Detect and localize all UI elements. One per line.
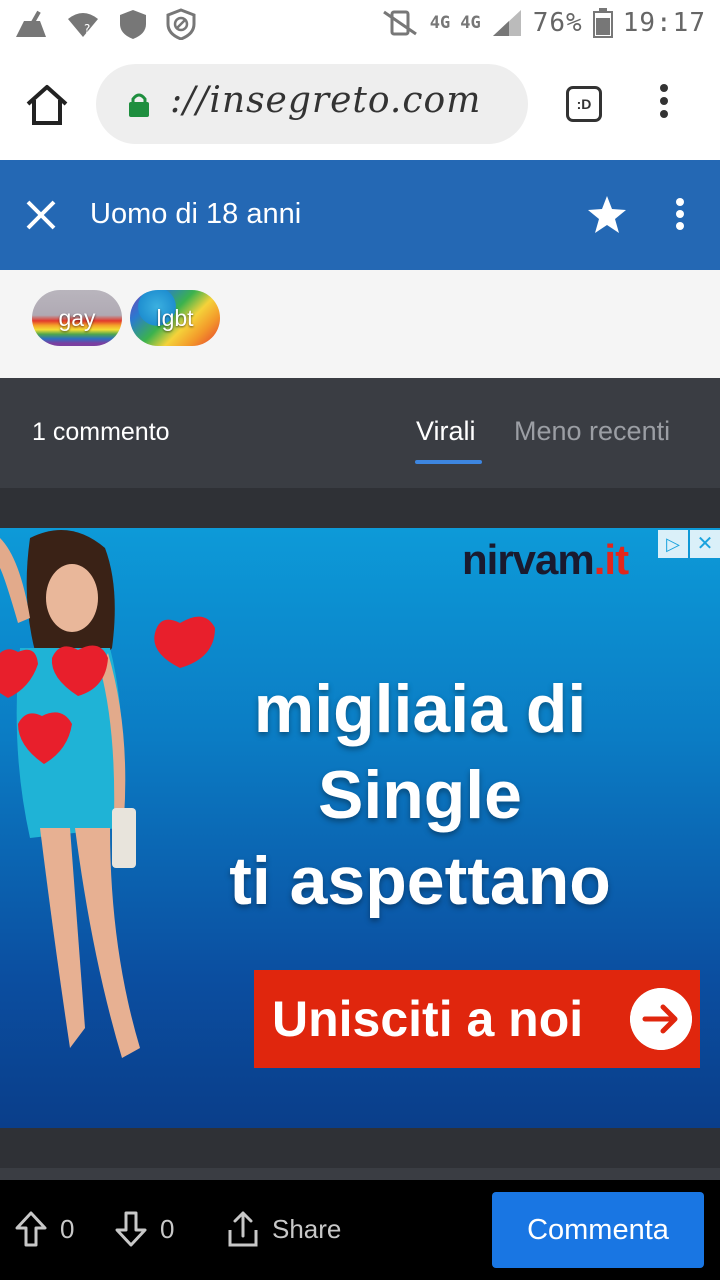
ad-close-button[interactable]: ✕ (690, 530, 720, 558)
vibrate-mute-icon (382, 10, 417, 36)
adchoices-icon[interactable]: ▷ (658, 530, 688, 558)
share-button[interactable]: Share (226, 1210, 341, 1248)
status-bar: ? 4G 4G 76% 19:17 (0, 0, 720, 48)
close-icon[interactable] (22, 196, 60, 234)
browser-toolbar: ://insegreto.com :D (0, 48, 720, 160)
network-label-1: 4G (429, 13, 451, 33)
svg-text:?: ? (84, 22, 90, 36)
ad-headline: migliaia di Single ti aspettano (200, 666, 640, 924)
block-shield-icon (166, 8, 196, 40)
ad-brand-name: nirvam (462, 536, 595, 583)
post-title: Uomo di 18 anni (90, 198, 302, 230)
clock: 19:17 (622, 8, 706, 38)
browser-menu-icon[interactable] (652, 84, 676, 124)
address-bar[interactable]: ://insegreto.com (96, 64, 528, 144)
downvote-button[interactable]: 0 (114, 1210, 174, 1248)
comment-button[interactable]: Commenta (492, 1192, 704, 1268)
ad-model-image (0, 530, 215, 1058)
ad-headline-line-2: Single (317, 757, 523, 833)
upvote-count: 0 (60, 1213, 75, 1244)
post-header: Uomo di 18 anni (0, 160, 720, 270)
lock-icon (129, 93, 149, 117)
status-left-icons: ? (14, 8, 196, 40)
ad-brand-tld: .it (593, 536, 629, 583)
comments-header: 1 commento Virali Meno recenti (0, 378, 720, 488)
ad-cta-button[interactable]: Unisciti a noi (254, 970, 700, 1068)
downvote-count: 0 (160, 1213, 175, 1244)
arrow-right-icon (630, 988, 692, 1050)
ad-cta-label: Unisciti a noi (272, 991, 584, 1047)
network-label-2: 4G (460, 13, 481, 33)
bottom-action-bar: 0 0 Share Commenta (0, 1180, 720, 1280)
status-right-icons: 4G 4G 76% 19:17 (380, 8, 706, 38)
tag-gay[interactable]: gay (32, 290, 122, 346)
star-icon[interactable] (586, 194, 628, 236)
tag-label: lgbt (156, 305, 194, 331)
shield-icon (120, 10, 146, 39)
url-text: ://insegreto.com (170, 80, 482, 121)
divider (0, 1168, 720, 1180)
more-options-icon[interactable] (668, 198, 692, 234)
share-label: Share (272, 1213, 342, 1244)
active-tab-indicator (415, 460, 482, 464)
home-icon[interactable] (24, 82, 70, 128)
tab-virali[interactable]: Virali (416, 416, 476, 447)
comment-count: 1 commento (32, 418, 170, 446)
tab-switcher-button[interactable]: :D (566, 86, 602, 122)
upvote-button[interactable]: 0 (14, 1210, 74, 1248)
battery-icon (592, 8, 613, 38)
tab-meno-recenti[interactable]: Meno recenti (514, 416, 670, 447)
cleaner-icon (16, 10, 46, 37)
arrow-down-icon (115, 1211, 147, 1247)
signal-icon (492, 10, 521, 36)
arrow-up-icon (15, 1211, 47, 1247)
ad-headline-line-1: migliaia di (253, 671, 587, 747)
tag-label: gay (58, 305, 96, 331)
ad-brand-logo: nirvam.it (462, 536, 629, 584)
tag-lgbt[interactable]: lgbt (130, 290, 220, 346)
tags-bar: gay lgbt (0, 270, 720, 378)
advertisement-banner[interactable]: nirvam.it ▷ ✕ migliaia di Single ti aspe… (0, 528, 720, 1128)
wifi-question-icon: ? (68, 13, 98, 37)
battery-percent: 76% (532, 8, 583, 38)
share-icon (228, 1211, 258, 1247)
ad-headline-line-3: ti aspettano (229, 843, 611, 919)
